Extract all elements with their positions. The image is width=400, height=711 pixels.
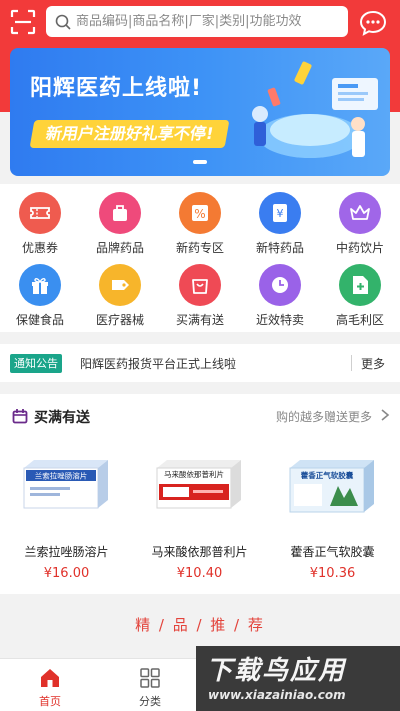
category-label: 近效特卖 <box>255 313 304 327</box>
promo-banner[interactable]: 阳辉医药上线啦! 新用户注册好礼享不停! <box>10 48 390 176</box>
crown-icon <box>339 192 381 234</box>
watermark-url: www.xiazainiao.com <box>208 688 346 702</box>
product-name: 兰索拉唑肠溶片 <box>24 545 109 559</box>
nav-label: 首页 <box>39 695 61 708</box>
clock-icon <box>259 264 301 306</box>
product-name: 马来酸依那普利片 <box>151 545 248 559</box>
coupon-icon <box>19 192 61 234</box>
watermark-title: 下载鸟应用 <box>206 656 347 686</box>
notice-divider <box>351 355 352 371</box>
svg-text:%: % <box>194 207 205 221</box>
box-label: 马来酸依那普利片 <box>164 469 224 479</box>
category-label: 医疗器械 <box>95 313 144 327</box>
shopping-bag-icon <box>179 264 221 306</box>
category-label: 品牌药品 <box>95 241 144 255</box>
product-image: 兰索拉唑肠溶片 <box>23 460 108 509</box>
bag-icon <box>99 192 141 234</box>
notice-text[interactable]: 阳辉医药报货平台正式上线啦 <box>80 355 236 372</box>
app-root: 阳辉医药上线啦! 新用户注册好礼享不停! 优惠券 <box>0 0 400 711</box>
box-label: 藿香正气软胶囊 <box>301 470 354 480</box>
category-label: 高毛利区 <box>335 313 384 327</box>
product-price: ¥16.00 <box>43 566 90 581</box>
category-buy-get[interactable]: 买满有送 <box>160 260 240 332</box>
recommend-title: 精 / 品 / 推 / 荐 <box>135 616 265 634</box>
buy-more-section: 买满有送 购的越多赠送更多 兰索拉唑肠溶片 兰索拉唑肠溶片 ¥16.00 马来酸… <box>0 394 400 594</box>
product-card[interactable]: 兰索拉唑肠溶片 兰索拉唑肠溶片 ¥16.00 <box>0 446 133 586</box>
home-icon <box>41 669 59 687</box>
category-label: 中药饮片 <box>335 241 384 255</box>
search-bar[interactable] <box>46 6 348 37</box>
gift-icon <box>19 264 61 306</box>
nav-category[interactable]: 分类 <box>110 659 190 711</box>
category-near-expiry[interactable]: 近效特卖 <box>240 260 320 332</box>
plus-doc-icon <box>339 264 381 306</box>
banner-illustration <box>252 61 378 158</box>
top-bar <box>0 0 400 44</box>
category-label: 优惠券 <box>21 241 58 255</box>
watermark: 下载鸟应用 www.xiazainiao.com <box>196 646 400 711</box>
category-health-food[interactable]: 保健食品 <box>0 260 80 332</box>
notice-more-link[interactable]: 更多 <box>361 355 385 372</box>
percent-icon: % <box>179 192 221 234</box>
category-devices[interactable]: 医疗器械 <box>80 260 160 332</box>
scan-icon[interactable] <box>10 9 36 35</box>
banner-title: 阳辉医药上线啦! <box>30 76 203 101</box>
category-label: 买满有送 <box>175 313 224 327</box>
chevron-right-icon[interactable] <box>380 408 390 422</box>
search-icon <box>55 14 71 30</box>
product-image: 马来酸依那普利片 <box>156 460 241 509</box>
notice-bar[interactable]: 通知公告 阳辉医药报货平台正式上线啦 更多 <box>0 344 400 382</box>
category-high-margin[interactable]: 高毛利区 <box>320 260 400 332</box>
product-image: 藿香正气软胶囊 <box>289 460 374 513</box>
product-name: 藿香正气软胶囊 <box>290 545 375 559</box>
product-card[interactable]: 藿香正气软胶囊 藿香正气软胶囊 ¥10.36 <box>266 446 399 586</box>
product-card[interactable]: 马来酸依那普利片 马来酸依那普利片 ¥10.40 <box>133 446 266 586</box>
box-label: 兰索拉唑肠溶片 <box>35 471 88 481</box>
notice-tag: 通知公告 <box>10 354 62 373</box>
nav-label: 分类 <box>139 695 161 708</box>
banner-indicator-dot <box>193 160 207 164</box>
svg-text:¥: ¥ <box>277 207 284 220</box>
nav-home[interactable]: 首页 <box>10 659 90 711</box>
category-label: 新特药品 <box>255 241 304 255</box>
category-label: 保健食品 <box>15 313 64 327</box>
message-icon[interactable] <box>358 8 388 38</box>
product-price: ¥10.40 <box>176 566 223 581</box>
category-label: 新药专区 <box>175 241 224 255</box>
basket-icon <box>12 409 28 424</box>
category-special-drugs[interactable]: ¥ 新特药品 <box>240 188 320 260</box>
recommend-header: 精 / 品 / 推 / 荐 <box>0 604 400 646</box>
banner-subtitle: 新用户注册好礼享不停! <box>29 120 230 148</box>
category-brand-drugs[interactable]: 品牌药品 <box>80 188 160 260</box>
yen-icon: ¥ <box>259 192 301 234</box>
category-herbal[interactable]: 中药饮片 <box>320 188 400 260</box>
section-more-link[interactable]: 购的越多赠送更多 <box>276 408 372 425</box>
category-new-drugs[interactable]: % 新药专区 <box>160 188 240 260</box>
category-coupon[interactable]: 优惠券 <box>0 188 80 260</box>
grid-icon <box>140 668 160 688</box>
tag-icon <box>99 264 141 306</box>
product-price: ¥10.36 <box>309 566 356 581</box>
search-input[interactable] <box>76 14 346 29</box>
category-grid: 优惠券 品牌药品 % 新药专区 ¥ 新特药品 中药饮片 保健食品 医疗器械 买满… <box>0 184 400 332</box>
section-title: 买满有送 <box>34 410 90 426</box>
